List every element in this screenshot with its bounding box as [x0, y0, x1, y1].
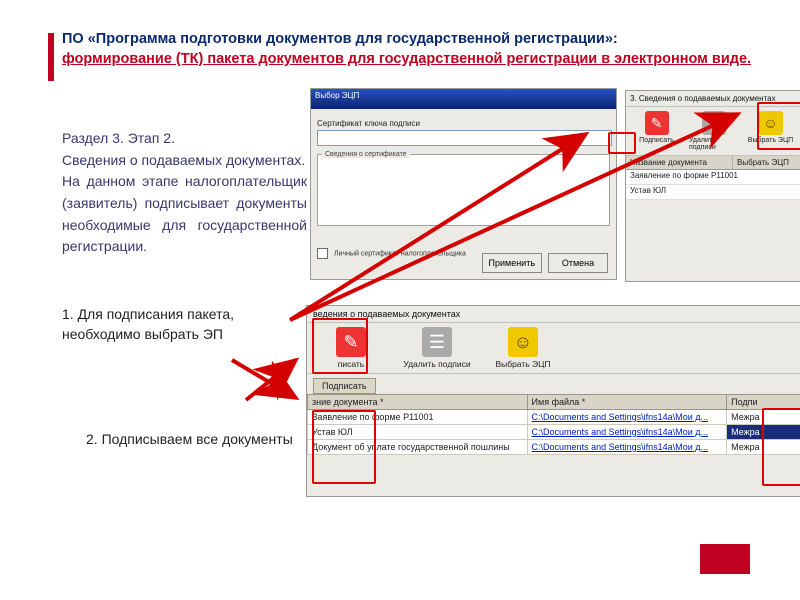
choose-icon: ☺ — [508, 327, 538, 357]
table-row[interactable]: Документ об уплате государственной пошли… — [308, 440, 800, 455]
instruction-1-text: Для подписания пакета, необходимо выбрат… — [62, 306, 234, 342]
th-file-name: Имя файла * — [527, 395, 727, 410]
delete-icon: ☰ — [702, 111, 726, 135]
section-heading: Раздел 3. Этап 2. — [62, 128, 307, 150]
title-accent-bar — [48, 33, 54, 81]
dialog-select-signature: Выбор ЭЦП Сертификат ключа подписи Сведе… — [310, 88, 617, 280]
delete-signatures-button[interactable]: ☰ Удалить подписи — [401, 327, 473, 369]
instruction-1: 1. Для подписания пакета, необходимо выб… — [62, 305, 312, 344]
highlight-box-table-rows — [312, 410, 376, 484]
sign-button-small[interactable]: ✎ Подписать — [632, 111, 681, 151]
fieldset-label: Сведения о сертификате — [322, 151, 410, 158]
delete-icon: ☰ — [422, 327, 452, 357]
title-line2: формирование (ТК) пакета документов для … — [62, 51, 751, 67]
panel2-row1-text: Заявление по форме Р11001 — [626, 170, 800, 184]
dialog-titlebar: Выбор ЭЦП — [311, 89, 616, 109]
panel2-col1: Название документа — [626, 156, 733, 169]
panel2-col2: Выбрать ЭЦП — [733, 156, 800, 169]
highlight-box-dropdown — [608, 132, 636, 154]
highlight-box-sign-button — [312, 318, 368, 374]
documents-table: зние документа * Имя файла * Подпи Заявл… — [307, 394, 800, 455]
personal-cert-checkbox[interactable] — [317, 248, 328, 259]
section-body: На данном этапе налогоплательщик (заявит… — [62, 171, 307, 258]
delete-label: Удалить подписи — [689, 137, 738, 151]
instruction-2: 2. Подписываем все документы — [86, 430, 316, 450]
panel2-row[interactable]: Заявление по форме Р11001 — [626, 170, 800, 185]
panel2-table-header: Название документа Выбрать ЭЦП — [626, 156, 800, 170]
dialog-title: Выбор ЭЦП — [315, 91, 359, 100]
slide: ПО «Программа подготовки документов для … — [20, 10, 780, 590]
personal-cert-label: Личный сертификат налогоплательщика — [334, 250, 466, 257]
delete-signatures-button-small[interactable]: ☰ Удалить подписи — [689, 111, 738, 151]
cell-file[interactable]: C:\Documents and Settings\ifns14a\Мои д.… — [527, 425, 727, 440]
choose-label: Выбрать ЭЦП — [495, 359, 550, 369]
delete-label: Удалить подписи — [403, 359, 470, 369]
instruction-1-num: 1. — [62, 306, 74, 322]
title-line1: ПО «Программа подготовки документов для … — [62, 31, 618, 47]
cell-file[interactable]: C:\Documents and Settings\ifns14a\Мои д.… — [527, 440, 727, 455]
cert-info-fieldset: Сведения о сертификате — [317, 154, 610, 226]
section-line: Сведения о подаваемых документах. — [62, 150, 307, 172]
panel2-row[interactable]: Устав ЮЛ — [626, 185, 800, 200]
table-header-row: зние документа * Имя файла * Подпи — [308, 395, 800, 410]
cell-file[interactable]: C:\Documents and Settings\ifns14a\Мои д.… — [527, 410, 727, 425]
sign-filter-button[interactable]: Подписать — [313, 378, 376, 394]
table-row[interactable]: Устав ЮЛ C:\Documents and Settings\ifns1… — [308, 425, 800, 440]
highlight-box-sign-column — [762, 408, 800, 486]
panel-documents-large: ведения о подаваемых документах ✎ писать… — [306, 305, 800, 497]
cert-dropdown[interactable] — [317, 130, 612, 146]
cancel-button[interactable]: Отмена — [548, 253, 608, 273]
th-doc-name: зние документа * — [308, 395, 528, 410]
highlight-box-choose-ecp-small — [757, 102, 800, 150]
apply-button[interactable]: Применить — [482, 253, 542, 273]
panel3-header: ведения о подаваемых документах — [307, 306, 800, 323]
table-row[interactable]: Заявление по форме Р11001 C:\Documents a… — [308, 410, 800, 425]
panel2-row2-text: Устав ЮЛ — [626, 185, 800, 199]
sign-label: Подписать — [639, 137, 674, 144]
choose-signature-button[interactable]: ☺ Выбрать ЭЦП — [487, 327, 559, 369]
sign-icon: ✎ — [645, 111, 669, 135]
title-block: ПО «Программа подготовки документов для … — [62, 30, 782, 69]
section-text: Раздел 3. Этап 2. Сведения о подаваемых … — [62, 128, 307, 258]
footer-red-accent — [700, 544, 750, 574]
cert-label: Сертификат ключа подписи — [317, 119, 610, 128]
instruction-2-text: 2. Подписываем все документы — [86, 431, 293, 447]
